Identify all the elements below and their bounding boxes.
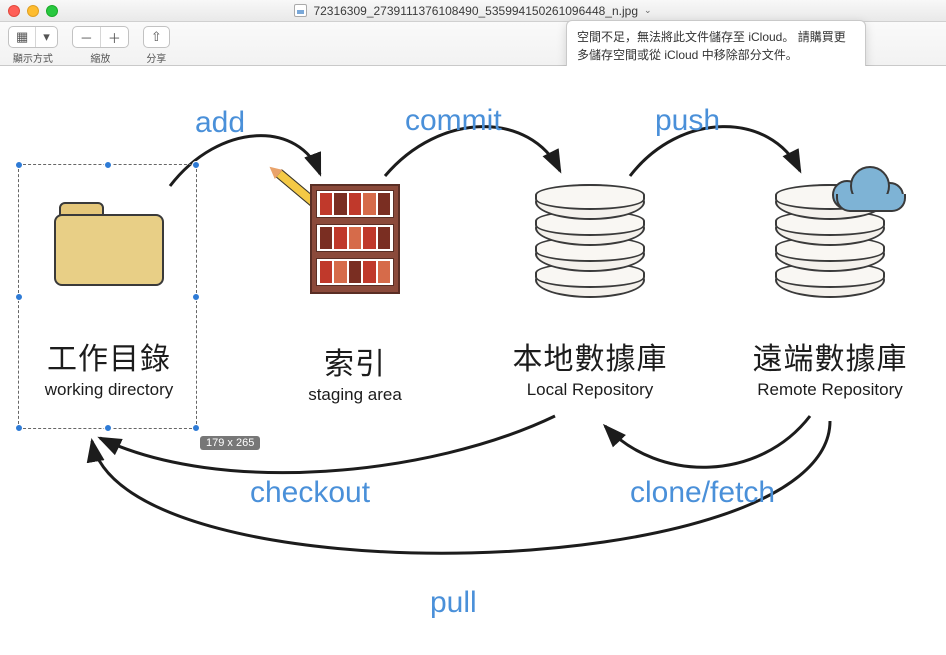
share-label: 分享 [146, 50, 166, 65]
toolbar-group-share: ⇧ 分享 [143, 26, 170, 65]
resize-handle-se[interactable] [192, 424, 200, 432]
resize-handle-e[interactable] [192, 293, 200, 301]
selection-rectangle[interactable] [18, 164, 197, 429]
op-clone: clone/fetch [630, 476, 775, 510]
window-title[interactable]: 72316309_2739111376108490_53599415026109… [0, 4, 946, 18]
loc-title-zh: 本地數據庫 [490, 334, 690, 378]
node-local-repository: 本地數據庫 Local Repository [490, 184, 690, 400]
share-icon[interactable]: ⇧ [144, 27, 169, 47]
loc-title-en: Local Repository [490, 380, 690, 400]
resize-handle-n[interactable] [104, 161, 112, 169]
selection-size-label: 179 x 265 [200, 436, 260, 450]
op-add: add [195, 106, 245, 140]
view-label: 顯示方式 [13, 50, 53, 65]
database-cloud-icon [775, 184, 885, 294]
toolbar-group-zoom: － ＋ 縮放 [72, 26, 129, 65]
idx-title-en: staging area [275, 385, 435, 405]
cloud-icon [830, 166, 910, 216]
image-canvas[interactable]: add commit push checkout clone/fetch pul… [0, 66, 946, 655]
resize-handle-w[interactable] [15, 293, 23, 301]
node-staging-area: 索引 staging area [275, 184, 435, 405]
window-filename: 72316309_2739111376108490_53599415026109… [313, 4, 638, 18]
bookshelf-icon [310, 184, 400, 294]
arrow-clone-fetch [605, 416, 810, 467]
zoom-in-button[interactable]: ＋ [101, 27, 128, 47]
resize-handle-s[interactable] [104, 424, 112, 432]
grid-icon[interactable]: ▦ [9, 27, 36, 47]
file-type-icon [294, 4, 307, 17]
op-pull: pull [430, 586, 477, 620]
zoom-buttons: － ＋ [72, 26, 129, 48]
node-remote-repository: 遠端數據庫 Remote Repository [730, 184, 930, 400]
chevron-down-icon[interactable]: ▾ [36, 27, 57, 47]
idx-title-zh: 索引 [275, 339, 435, 383]
rem-title-en: Remote Repository [730, 380, 930, 400]
toolbar-group-view: ▦ ▾ 顯示方式 [8, 26, 58, 65]
resize-handle-sw[interactable] [15, 424, 23, 432]
database-icon [535, 184, 645, 294]
notification-text: 空間不足，無法將此文件儲存至 iCloud。 請購買更多儲存空間或從 iClou… [577, 30, 846, 62]
resize-handle-nw[interactable] [15, 161, 23, 169]
zoom-out-button[interactable]: － [73, 27, 101, 47]
op-checkout: checkout [250, 476, 370, 510]
chevron-down-icon[interactable]: ⌄ [644, 5, 652, 16]
zoom-label: 縮放 [90, 50, 110, 65]
op-push: push [655, 104, 720, 138]
rem-title-zh: 遠端數據庫 [730, 334, 930, 378]
resize-handle-ne[interactable] [192, 161, 200, 169]
view-mode-button[interactable]: ▦ ▾ [8, 26, 58, 48]
window-titlebar: 72316309_2739111376108490_53599415026109… [0, 0, 946, 22]
icloud-storage-notification[interactable]: 空間不足，無法將此文件儲存至 iCloud。 請購買更多儲存空間或從 iClou… [566, 20, 866, 72]
op-commit: commit [405, 104, 502, 138]
share-button[interactable]: ⇧ [143, 26, 170, 48]
